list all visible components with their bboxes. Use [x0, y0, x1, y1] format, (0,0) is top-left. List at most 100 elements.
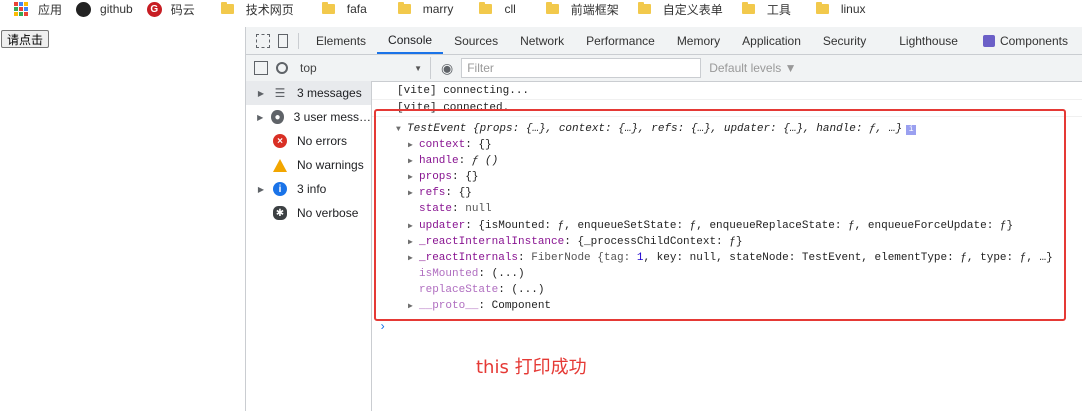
tab-components-label: Components [999, 33, 1068, 48]
bookmarks-bar: 应用 github G 码云 技术网页 fafa marry cll 前端框架 … [0, 0, 1082, 18]
expand-arrow-icon: ▶ [408, 141, 413, 151]
context-value: top [300, 61, 317, 75]
context-selector[interactable]: top [294, 57, 431, 79]
react-components-icon [982, 34, 995, 47]
property-key: props [419, 171, 453, 184]
property-row[interactable]: ▶ context: {} [408, 137, 1082, 153]
bookmark-folder[interactable]: marry [397, 0, 454, 18]
property-key: isMounted [419, 267, 479, 280]
expand-arrow-icon: ▶ [257, 112, 264, 122]
property-row: state: null [419, 203, 492, 216]
log-levels-dropdown[interactable]: Default levels ▼ [709, 61, 796, 75]
object-header[interactable]: ▼ TestEvent {props: {…}, context: {…}, re… [396, 121, 1082, 137]
bookmark-label: 自定义表单 [662, 2, 723, 17]
user-icon: ● [271, 110, 284, 124]
property-value: {isMounted: ƒ, enqueueSetState: ƒ, enque… [478, 219, 1014, 232]
tab-lighthouse[interactable]: Lighthouse [877, 27, 969, 54]
tab-performance[interactable]: Performance [575, 27, 666, 54]
bookmark-folder[interactable]: 前端框架 [545, 0, 619, 18]
info-badge-icon: i [906, 125, 917, 135]
bookmark-gitee[interactable]: G 码云 [146, 0, 195, 18]
eye-icon[interactable]: ◉ [441, 60, 453, 77]
sidebar-item-info[interactable]: ▶ i 3 info [246, 177, 371, 201]
sidebar-item-user-messages[interactable]: ▶ ● 3 user mess… [246, 105, 371, 129]
console-message: [vite] connected. [372, 100, 1082, 117]
tab-elements[interactable]: Elements [305, 27, 377, 54]
filter-placeholder: Filter [467, 61, 494, 75]
logged-object: ▼ TestEvent {props: {…}, context: {…}, re… [372, 117, 1082, 314]
property-row[interactable]: replaceState: (...) [408, 282, 1082, 298]
tab-memory[interactable]: Memory [666, 27, 731, 54]
error-icon: × [273, 134, 287, 148]
apps-grid-icon [14, 2, 28, 16]
filter-input[interactable]: Filter [461, 58, 702, 78]
sidebar-toggle-icon[interactable] [254, 61, 268, 75]
property-row[interactable]: ▶ handle: ƒ () [408, 153, 1082, 169]
bookmark-label: 技术网页 [245, 2, 294, 17]
property-row[interactable]: isMounted: (...) [408, 266, 1082, 282]
bookmark-folder[interactable]: 技术网页 [220, 0, 294, 18]
console-sidebar: ▶ ☰ 3 messages ▶ ● 3 user mess… × No err… [246, 81, 372, 411]
expand-arrow-icon: ▶ [257, 88, 265, 98]
object-summary: TestEvent {props: {…}, context: {…}, ref… [407, 123, 903, 135]
property-value: (...) [511, 283, 545, 296]
property-value: (...) [491, 267, 525, 280]
console-prompt[interactable]: › [372, 320, 1082, 334]
bookmark-folder[interactable]: cll [479, 0, 516, 18]
value-suffix: , key: null, stateNode: TestEvent, eleme… [643, 251, 1053, 264]
inspect-element-icon[interactable] [256, 33, 270, 48]
bookmark-label: marry [422, 2, 454, 16]
property-row[interactable]: ▶ _reactInternals: FiberNode {tag: 1, key… [408, 250, 1082, 266]
property-key: _reactInternals [419, 251, 519, 264]
click-me-button[interactable]: 请点击 [1, 30, 50, 48]
tab-components[interactable]: Components [969, 27, 1079, 54]
property-row[interactable]: ▶ __proto__: Component [408, 298, 1082, 314]
list-icon: ☰ [274, 86, 286, 100]
sidebar-item-label: 3 info [297, 182, 327, 196]
tab-sources[interactable]: Sources [443, 27, 509, 54]
sidebar-item-verbose[interactable]: ✱ No verbose [246, 201, 371, 225]
bookmark-folder[interactable]: linux [815, 0, 866, 18]
expand-arrow-icon: ▶ [408, 221, 413, 231]
annotation-text: this 打印成功 [476, 357, 587, 378]
property-row[interactable]: ▶ updater: {isMounted: ƒ, enqueueSetState… [408, 218, 1082, 234]
bookmark-label: github [100, 2, 133, 16]
tab-security[interactable]: Security [812, 27, 877, 54]
property-row[interactable]: ▶ refs: {} [408, 185, 1082, 201]
bookmark-github[interactable]: github [76, 0, 133, 18]
bookmark-folder[interactable]: 自定义表单 [637, 0, 723, 18]
folder-icon [741, 2, 755, 14]
clear-console-icon[interactable] [276, 62, 288, 74]
sidebar-item-label: 3 user mess… [293, 110, 371, 124]
bookmark-label: 工具 [766, 2, 791, 17]
property-row[interactable]: ▶ _reactInternalInstance: {_processChildC… [408, 234, 1082, 250]
sidebar-item-label: No warnings [297, 158, 364, 172]
gitee-icon: G [146, 1, 162, 17]
info-icon: i [273, 182, 287, 196]
sidebar-item-messages[interactable]: ▶ ☰ 3 messages [246, 81, 371, 105]
tab-console[interactable]: Console [377, 27, 444, 54]
property-key: refs [419, 187, 446, 200]
property-value: {} [478, 139, 492, 152]
device-toolbar-icon[interactable] [278, 33, 288, 48]
expand-arrow-icon: ▶ [408, 253, 413, 263]
expand-arrow-icon: ▶ [408, 237, 413, 247]
bookmark-folder[interactable]: 工具 [741, 0, 791, 18]
object-properties: ▶ context: {} ▶ handle: ƒ () ▶ props: {} ▶ r… [396, 137, 1082, 314]
sidebar-item-warnings[interactable]: No warnings [246, 153, 371, 177]
folder-icon [321, 2, 335, 14]
property-value: Component [491, 300, 552, 313]
property-key: state [419, 203, 453, 216]
tab-network[interactable]: Network [509, 27, 575, 54]
bookmark-label: 应用 [38, 2, 63, 17]
bookmark-apps[interactable]: 应用 [14, 0, 62, 18]
tab-application[interactable]: Application [731, 27, 812, 54]
value-prefix: FiberNode {tag: [531, 251, 637, 264]
property-value: null [465, 203, 492, 216]
bookmark-folder[interactable]: fafa [321, 0, 367, 18]
property-row[interactable]: ▶ props: {} [408, 169, 1082, 185]
property-value: {} [465, 171, 479, 184]
folder-icon [479, 2, 493, 14]
property-value: {} [458, 187, 472, 200]
sidebar-item-errors[interactable]: × No errors [246, 129, 371, 153]
